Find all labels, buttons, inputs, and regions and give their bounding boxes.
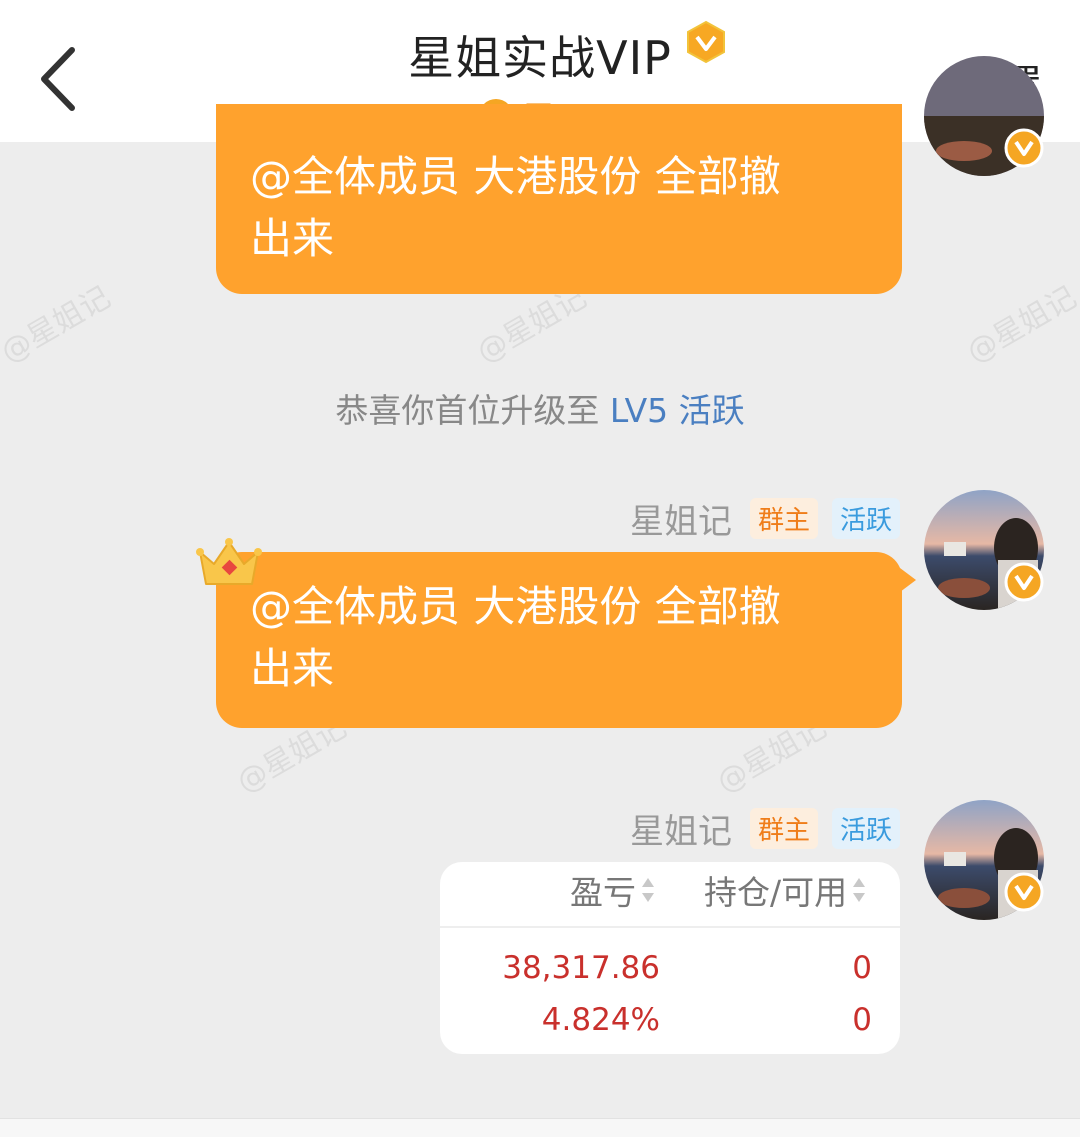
pl-amount: 38,317.86: [502, 950, 660, 986]
divider: [440, 926, 900, 928]
avatar[interactable]: [924, 56, 1044, 176]
sender-name: 星姐记: [629, 502, 732, 542]
sender-info: 星姐记 群主 活跃: [630, 494, 900, 543]
owner-tag: 群主: [749, 808, 818, 849]
message-text-line: 出来: [250, 214, 335, 263]
input-bar-edge: [0, 1118, 1080, 1137]
position-column-header[interactable]: 持仓/可用: [704, 866, 867, 914]
pl-column-header[interactable]: 盈亏: [570, 866, 656, 914]
available-value: 0: [852, 1002, 872, 1038]
message-bubble[interactable]: @全体成员 大港股份 全部撤 出来: [216, 104, 902, 294]
bubble-tail: [900, 568, 916, 592]
sender-info: 星姐记 群主 活跃: [630, 804, 900, 853]
verified-v-icon: [1004, 128, 1044, 168]
system-notice: 恭喜你首位升级至 LV5 活跃: [0, 384, 1080, 432]
message-bubble[interactable]: @全体成员 大港股份 全部撤 出来: [216, 552, 916, 728]
avatar[interactable]: [924, 490, 1044, 610]
watermark: @星姐记: [0, 279, 117, 371]
owner-tag: 群主: [749, 498, 818, 539]
crown-icon: [196, 538, 262, 585]
avatar[interactable]: [924, 800, 1044, 920]
message-text-line: @全体成员 大港股份 全部撤: [250, 152, 781, 201]
vip-badge-icon: [687, 20, 725, 64]
verified-v-icon: [1004, 872, 1044, 912]
card-header: 盈亏 持仓/可用: [440, 862, 900, 924]
message-text-line: 出来: [250, 644, 335, 693]
position-card[interactable]: 盈亏 持仓/可用 38,317.86 4.824% 0 0: [440, 862, 900, 1054]
position-header-label: 持仓/可用: [704, 873, 848, 912]
system-notice-text: 恭喜你首位升级至: [335, 391, 600, 430]
level-link[interactable]: LV5 活跃: [610, 391, 745, 430]
message-text-line: @全体成员 大港股份 全部撤: [250, 582, 781, 631]
sender-name: 星姐记: [629, 812, 732, 852]
position-value: 0: [852, 950, 872, 986]
sort-icon: [642, 878, 654, 902]
pl-percent: 4.824%: [541, 1002, 660, 1038]
active-tag: 活跃: [831, 808, 900, 849]
verified-v-icon: [1004, 562, 1044, 602]
group-title: 星姐实战VIP: [408, 31, 672, 85]
sort-icon: [853, 878, 866, 902]
pl-header-label: 盈亏: [570, 873, 636, 912]
watermark: @星姐记: [961, 279, 1080, 371]
active-tag: 活跃: [831, 498, 900, 539]
